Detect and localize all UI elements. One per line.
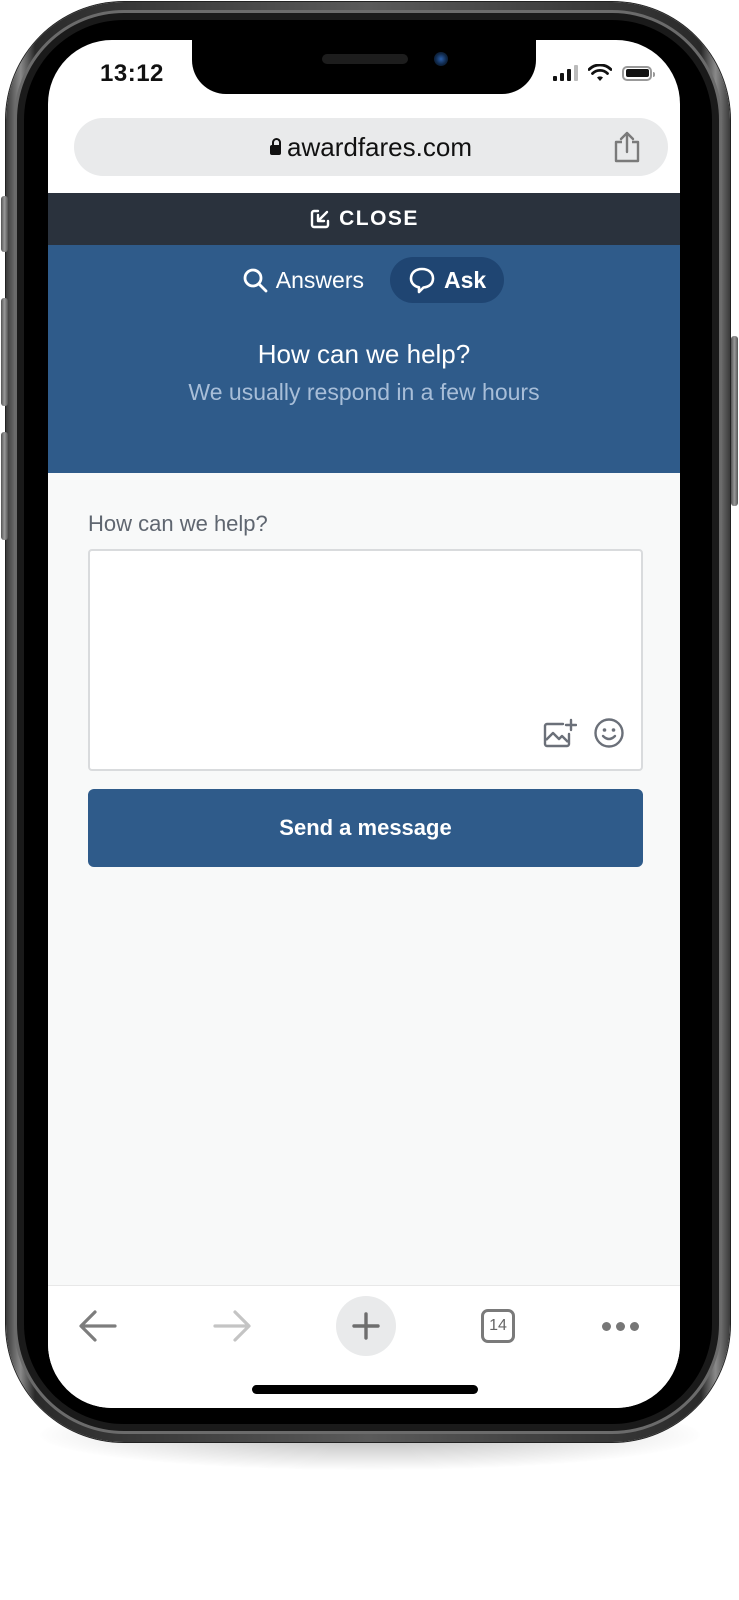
status-time: 13:12 [100, 60, 164, 87]
send-message-button[interactable]: Send a message [88, 789, 643, 867]
wifi-icon [588, 64, 612, 81]
tabs-icon: 14 [481, 1309, 515, 1343]
back-arrow-icon [79, 1310, 117, 1342]
volume-up-button [1, 298, 8, 406]
lock-icon [270, 138, 282, 155]
status-icons [553, 64, 655, 82]
widget-header: Answers Ask How can we help? We usually … [48, 245, 680, 473]
message-tools [543, 717, 625, 749]
message-label: How can we help? [88, 511, 268, 536]
more-menu-button[interactable] [590, 1296, 650, 1356]
url-display[interactable]: awardfares.com [74, 132, 668, 163]
silent-switch [1, 196, 8, 252]
plus-icon [352, 1312, 380, 1340]
tabs-button[interactable]: 14 [468, 1296, 528, 1356]
camera-icon [434, 52, 448, 66]
close-label: CLOSE [339, 207, 419, 230]
header-subtitle: We usually respond in a few hours [188, 379, 540, 405]
tab-answers[interactable]: Answers [224, 257, 382, 303]
speaker-grille [322, 54, 408, 64]
ask-form: How can we help? Send a message [48, 473, 680, 1285]
close-widget-button[interactable]: CLOSE [48, 193, 680, 245]
more-dots-icon [601, 1321, 639, 1331]
chat-bubble-icon [409, 267, 435, 294]
header-title: How can we help? [257, 339, 471, 369]
back-button[interactable] [68, 1296, 128, 1356]
forward-arrow-icon [213, 1310, 251, 1342]
share-icon[interactable] [612, 130, 642, 164]
battery-icon [622, 65, 655, 81]
power-button [731, 336, 738, 506]
phone-screen: 13:12 awardfares.com CLOSE Answers Ask H… [48, 40, 680, 1408]
tab-answers-label: Answers [275, 266, 364, 293]
home-indicator[interactable] [252, 1385, 478, 1394]
add-image-icon[interactable] [543, 718, 577, 748]
address-bar[interactable]: awardfares.com [74, 118, 668, 176]
tab-ask[interactable]: Ask [390, 257, 505, 303]
new-tab-button[interactable] [336, 1296, 396, 1356]
forward-button[interactable] [202, 1296, 262, 1356]
url-text: awardfares.com [287, 132, 472, 162]
tab-ask-label: Ask [444, 266, 487, 293]
widget-tabs: Answers Ask [48, 257, 680, 303]
minimize-arrow-icon [310, 209, 330, 229]
signal-icon [553, 65, 578, 81]
emoji-icon[interactable] [593, 717, 625, 749]
message-field-wrapper [88, 549, 643, 771]
search-icon [243, 268, 268, 293]
volume-down-button [1, 432, 8, 540]
notch [192, 40, 536, 94]
